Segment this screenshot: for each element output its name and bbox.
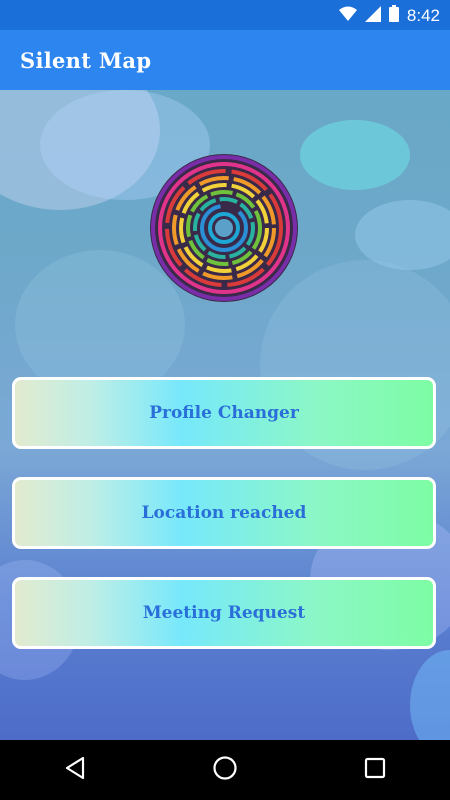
app-title: Silent Map — [20, 47, 152, 73]
signal-icon — [364, 5, 381, 27]
navigation-bar — [0, 740, 450, 800]
meeting-request-label: Meeting Request — [142, 603, 306, 623]
back-button[interactable] — [45, 740, 105, 800]
background-bokeh — [410, 650, 450, 740]
battery-icon — [388, 5, 399, 27]
back-icon — [64, 756, 86, 784]
profile-changer-label: Profile Changer — [149, 403, 299, 423]
profile-changer-button[interactable]: Profile Changer — [12, 377, 436, 449]
wifi-icon — [338, 6, 357, 27]
recents-button[interactable] — [345, 740, 405, 800]
home-icon — [212, 755, 238, 785]
app-bar: Silent Map — [0, 30, 450, 90]
background-bokeh — [300, 120, 410, 190]
status-icons: 8:42 — [338, 5, 440, 27]
recents-icon — [364, 757, 386, 783]
meeting-request-button[interactable]: Meeting Request — [12, 577, 436, 649]
home-button[interactable] — [195, 740, 255, 800]
location-reached-label: Location reached — [141, 503, 307, 523]
status-time: 8:42 — [406, 6, 440, 25]
app-logo-icon — [148, 152, 300, 304]
location-reached-button[interactable]: Location reached — [12, 477, 436, 549]
main-content: Profile Changer Location reached Meeting… — [0, 90, 450, 740]
status-bar: 8:42 — [0, 0, 450, 30]
